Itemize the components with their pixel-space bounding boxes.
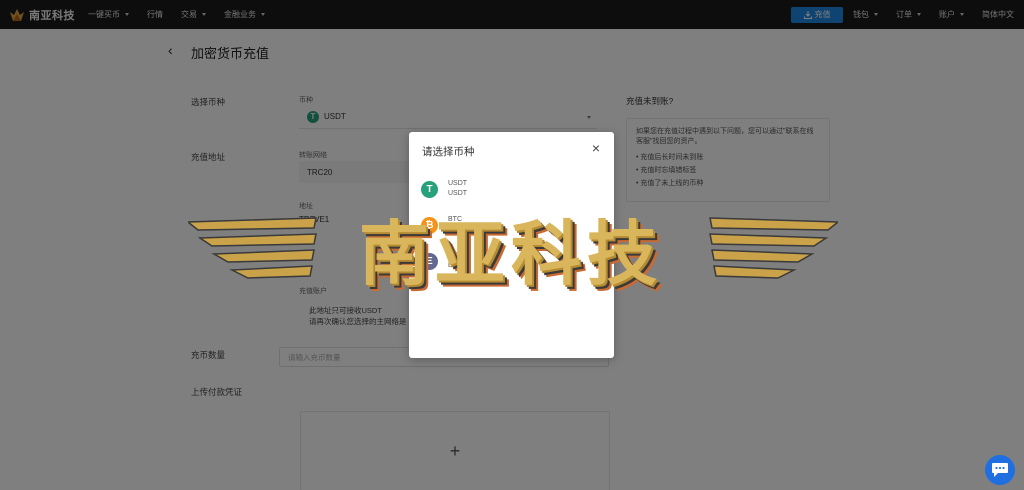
chat-support-button[interactable]: [985, 455, 1015, 485]
bitcoin-icon: ₿: [421, 216, 438, 234]
coin-name: ETH: [448, 262, 462, 269]
coin-symbol: ETH: [448, 252, 462, 259]
coin-option-btc[interactable]: ₿ BTC BTC: [421, 212, 601, 238]
tether-icon: T: [421, 180, 438, 198]
coin-symbol: USDT: [448, 180, 468, 187]
coin-option-usdt[interactable]: T USDT USDT: [421, 176, 601, 202]
close-icon[interactable]: ×: [592, 141, 600, 155]
chat-icon: [992, 463, 1008, 477]
coin-option-eth[interactable]: Ξ ETH ETH: [421, 248, 601, 274]
select-coin-modal: 请选择币种 × T USDT USDT ₿ BTC BTC Ξ ETH ETH: [409, 132, 614, 358]
ethereum-icon: Ξ: [421, 252, 438, 270]
coin-name: BTC: [448, 226, 462, 233]
coin-symbol: BTC: [448, 216, 462, 223]
modal-title: 请选择币种: [422, 146, 475, 158]
coin-name: USDT: [448, 190, 468, 197]
